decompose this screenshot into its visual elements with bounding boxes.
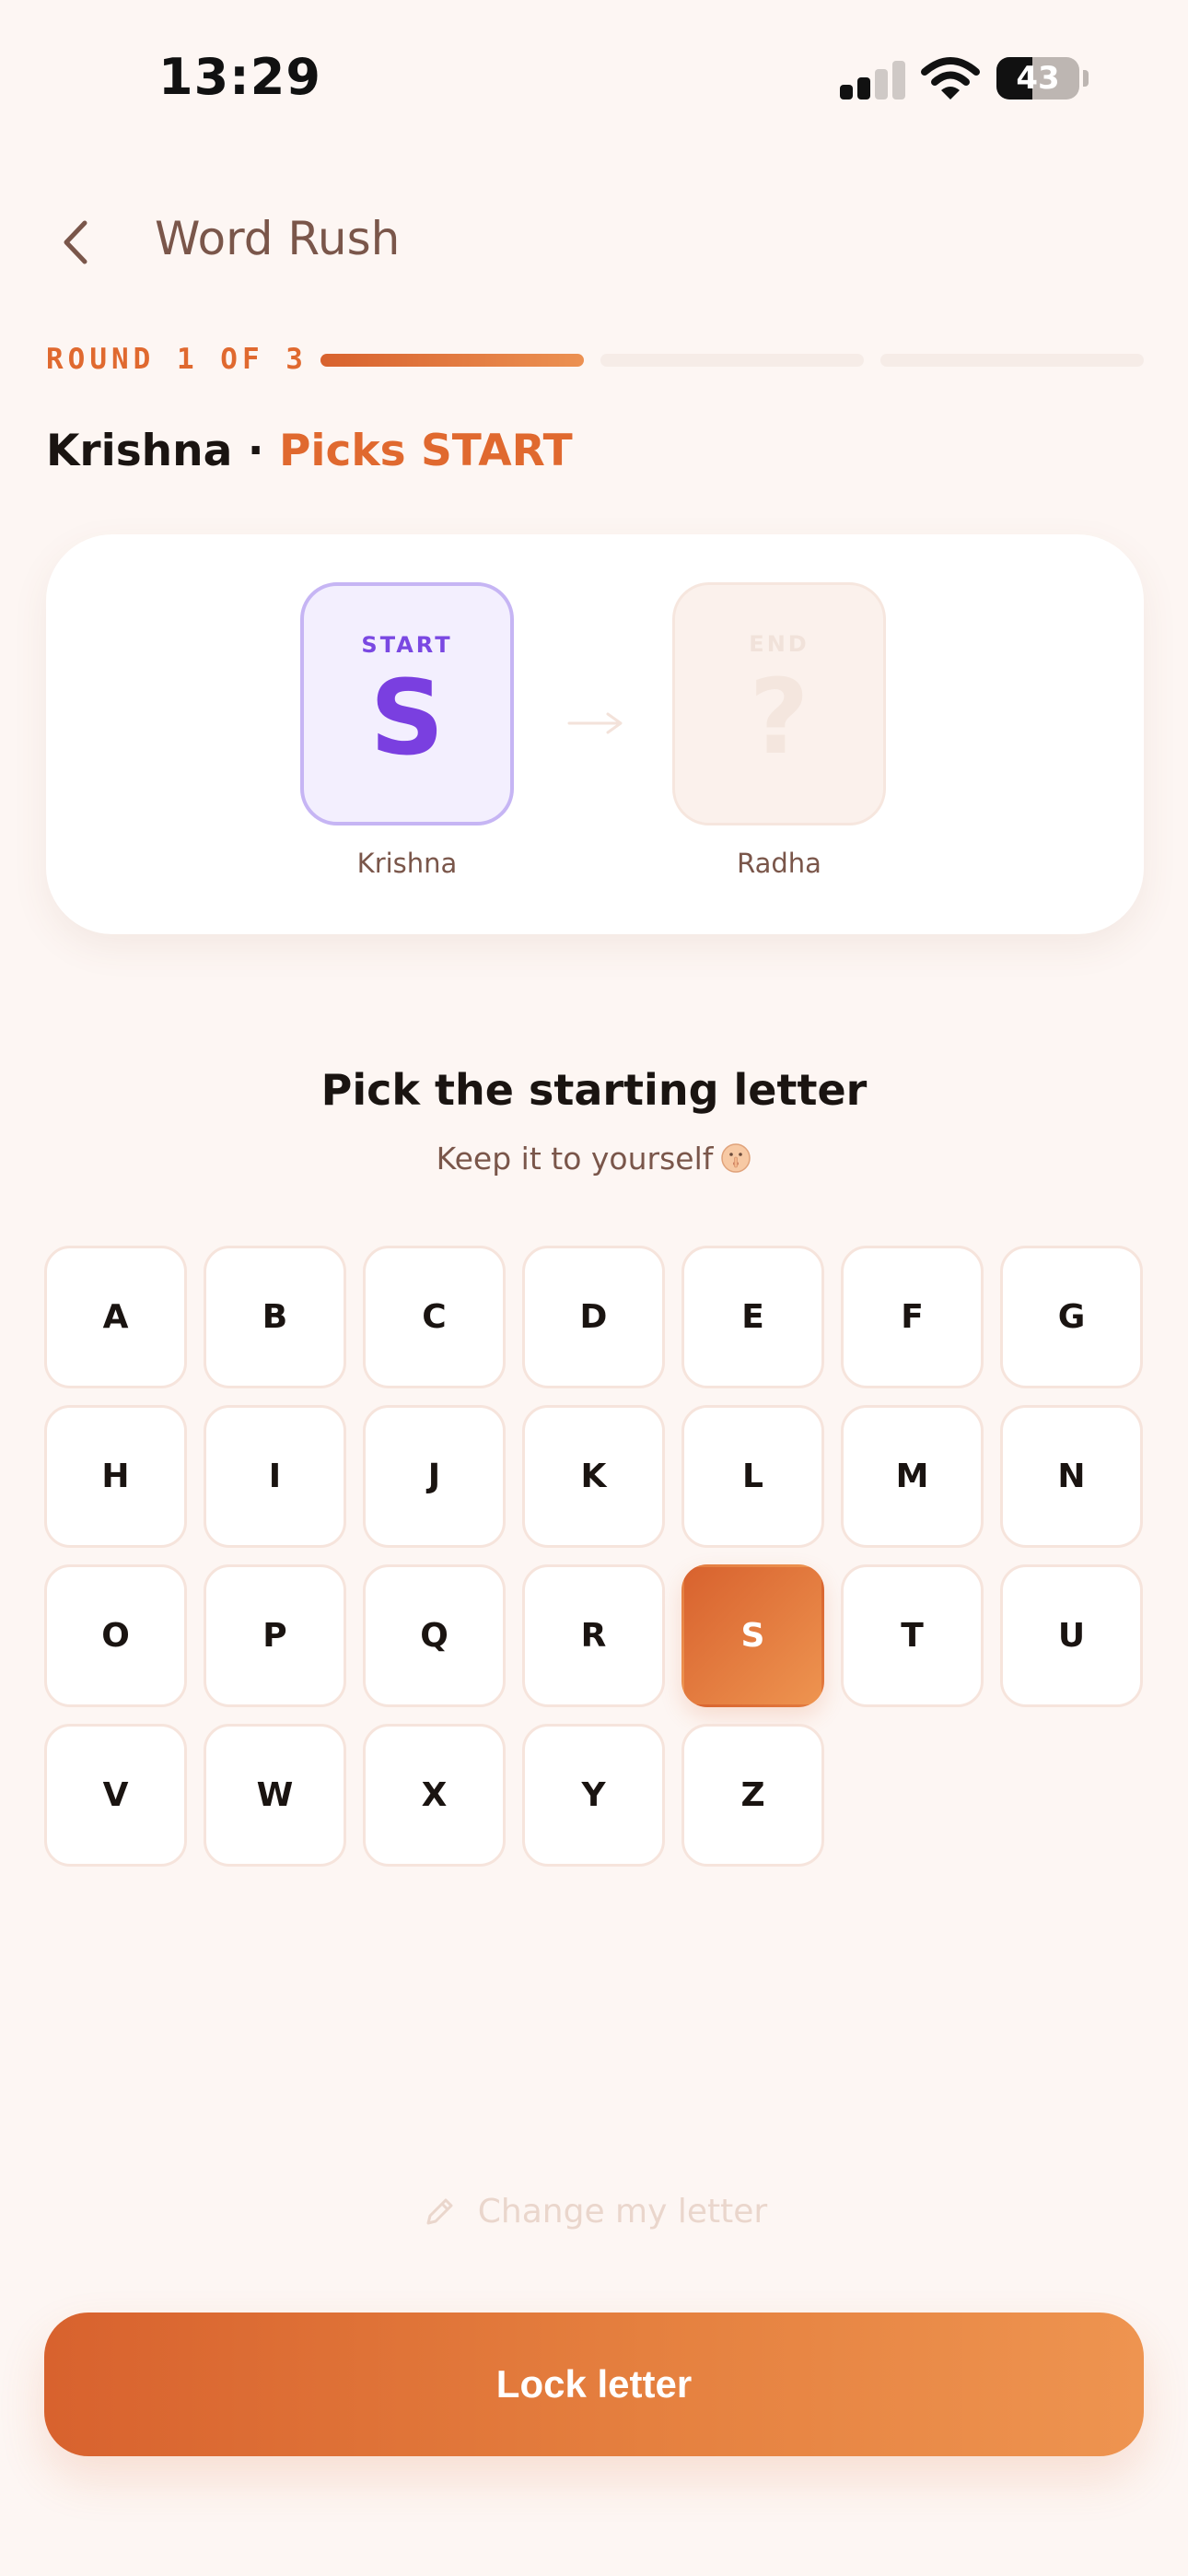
round-progress-segment-3 [880,354,1144,367]
signal-bar [892,61,905,100]
back-button[interactable] [53,210,101,275]
start-owner-name: Krishna [356,848,458,879]
letter-key-b[interactable]: B [204,1246,346,1388]
lock-letter-button[interactable]: Lock letter [44,2313,1144,2456]
letter-key-m[interactable]: M [841,1405,984,1548]
status-time: 13:29 [158,48,321,106]
letter-key-j[interactable]: J [363,1405,506,1548]
round-progress-segment-2 [600,354,864,367]
shushing-face-icon [721,1143,751,1173]
letter-key-l[interactable]: L [681,1405,824,1548]
battery-percent: 43 [1016,60,1060,97]
letter-key-x[interactable]: X [363,1724,506,1867]
end-caption: END [749,631,809,657]
player-role: Picks START [278,426,573,476]
letter-key-z[interactable]: Z [681,1724,824,1867]
letter-key-k[interactable]: K [522,1405,665,1548]
change-letter-button[interactable]: Change my letter [0,2193,1188,2231]
letter-key-y[interactable]: Y [522,1724,665,1867]
letter-key-s[interactable]: S [681,1564,824,1707]
letter-key-o[interactable]: O [44,1564,187,1707]
letter-key-d[interactable]: D [522,1246,665,1388]
round-label: ROUND 1 OF 3 [46,343,308,376]
battery-icon: 43 [996,57,1079,100]
lock-letter-label: Lock letter [495,2362,693,2406]
letter-picker-grid: ABCDEFG HIJKLMN OPQRSTU VWXYZ [44,1246,1146,1867]
letter-key-h[interactable]: H [44,1405,187,1548]
current-player-name: Krishna [46,426,233,476]
change-letter-label: Change my letter [477,2193,768,2231]
cellular-signal-icon [840,59,906,100]
battery-cap [1083,70,1089,87]
player-separator: · [247,426,264,476]
start-letter-tile: START S [300,582,514,825]
arrow-right-icon [567,712,623,734]
status-bar: 13:29 43 [0,0,1188,157]
prompt-subtitle: Keep it to yourself [0,1141,1188,1177]
signal-bar [875,69,888,100]
signal-bar [840,85,853,100]
letter-key-f[interactable]: F [841,1246,984,1388]
letter-key-r[interactable]: R [522,1564,665,1707]
start-caption: START [361,632,453,658]
letter-key-i[interactable]: I [204,1405,346,1548]
letter-key-q[interactable]: Q [363,1564,506,1707]
letter-key-w[interactable]: W [204,1724,346,1867]
page-title: Word Rush [155,212,401,265]
prompt-title: Pick the starting letter [320,1065,868,1115]
letter-key-n[interactable]: N [1000,1405,1143,1548]
pencil-icon [426,2198,453,2224]
letter-key-c[interactable]: C [363,1246,506,1388]
end-letter-tile: END ? [672,582,886,825]
signal-bar [857,77,870,100]
letter-key-v[interactable]: V [44,1724,187,1867]
chevron-left-icon [64,220,87,264]
letter-pair-card: START S END ? Krishna Radha [46,534,1144,934]
prompt-subtitle-text: Keep it to yourself [436,1141,714,1177]
word-rush-screen: 13:29 43 Word Rush ROUND 1 OF 3 Krishna … [0,0,1188,2576]
end-owner-name: Radha [737,848,821,879]
round-progress-segment-1 [320,354,584,367]
end-letter: ? [749,658,809,778]
letter-key-e[interactable]: E [681,1246,824,1388]
wifi-icon [921,57,980,100]
start-letter: S [369,659,445,779]
letter-key-a[interactable]: A [44,1246,187,1388]
current-player-line: Krishna · Picks START [46,426,573,476]
letter-key-g[interactable]: G [1000,1246,1143,1388]
letter-key-t[interactable]: T [841,1564,984,1707]
letter-key-p[interactable]: P [204,1564,346,1707]
letter-key-u[interactable]: U [1000,1564,1143,1707]
